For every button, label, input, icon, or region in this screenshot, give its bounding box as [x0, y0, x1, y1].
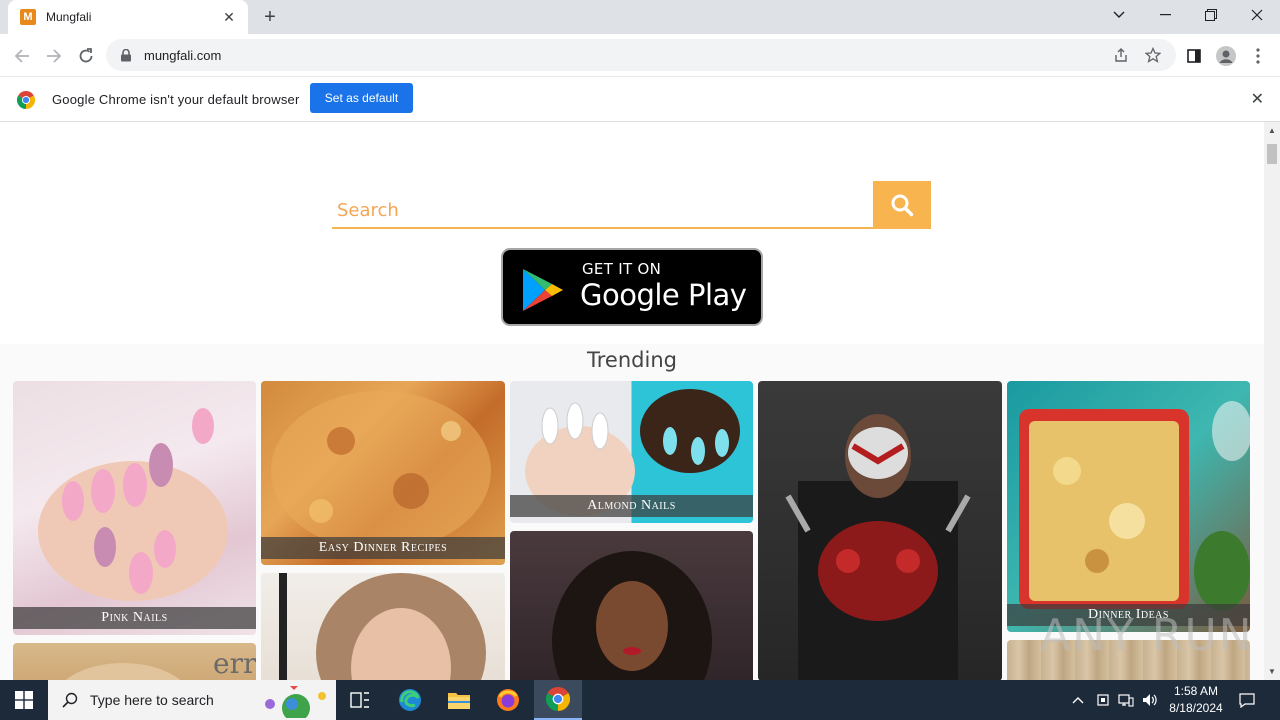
edge-icon: [399, 689, 421, 711]
trending-card-pink-nails[interactable]: Pink Nails: [13, 381, 256, 635]
card-label: Almond Nails: [510, 495, 753, 517]
trending-card-dinner-ideas[interactable]: Dinner Ideas: [1007, 381, 1250, 632]
search-icon: [62, 692, 78, 708]
back-button[interactable]: [8, 42, 36, 70]
task-view-icon: [350, 692, 369, 708]
close-window-button[interactable]: [1234, 0, 1280, 30]
card-image: erre: [65, 647, 256, 680]
taskbar-search-placeholder: Type here to search: [90, 692, 214, 708]
card-image: [38, 408, 228, 601]
search-input[interactable]: [332, 181, 873, 229]
lock-icon: [121, 48, 131, 61]
tab-title: Mungfali: [46, 10, 92, 24]
anyrun-watermark: ANY RUN: [1040, 610, 1254, 661]
clock-date: 8/18/2024: [1169, 701, 1223, 715]
infobar-message: Google Chrome isn't your default browser: [52, 92, 300, 107]
system-clock[interactable]: 1:58 AM 8/18/2024: [1164, 683, 1228, 717]
card-image: [1019, 401, 1250, 611]
site-favicon-icon: M: [20, 9, 36, 25]
show-hidden-icons-chevron-icon[interactable]: [1068, 690, 1088, 710]
trending-card[interactable]: [510, 531, 753, 680]
trending-card[interactable]: [261, 573, 505, 680]
browser-toolbar: mungfali.com: [0, 34, 1280, 77]
clock-time: 1:58 AM: [1173, 684, 1219, 698]
google-play-badge[interactable]: GET IT ON Google Play: [501, 248, 763, 326]
trending-title: Trending: [587, 348, 677, 372]
notifications-icon[interactable]: [1237, 690, 1257, 710]
tab-search-chevron-icon[interactable]: [1096, 0, 1142, 30]
trending-card[interactable]: erre: [13, 643, 256, 680]
tab-mungfali[interactable]: M Mungfali ✕: [8, 0, 248, 34]
search-highlight-illustration-icon: [265, 686, 326, 718]
close-tab-icon[interactable]: ✕: [220, 8, 238, 26]
firefox-taskbar-button[interactable]: [484, 680, 532, 720]
windows-logo-icon: [15, 691, 33, 709]
badge-small-text: GET IT ON: [582, 260, 662, 278]
chrome-icon: [546, 687, 570, 711]
bookmark-star-icon[interactable]: [1144, 46, 1162, 64]
restore-button[interactable]: [1188, 0, 1234, 30]
trending-card[interactable]: [758, 381, 1002, 680]
network-icon[interactable]: [1116, 690, 1136, 710]
task-view-button[interactable]: [336, 680, 384, 720]
search-icon: [891, 194, 914, 217]
side-panel-icon[interactable]: [1183, 45, 1205, 67]
scroll-up-arrow-icon[interactable]: ▲: [1268, 126, 1276, 135]
search-button[interactable]: [873, 181, 931, 229]
url-text: mungfali.com: [144, 47, 222, 63]
card-image: [785, 414, 971, 680]
card-image: [279, 573, 486, 680]
default-browser-infobar: Google Chrome isn't your default browser…: [0, 77, 1280, 122]
device-tray-icon[interactable]: [1093, 690, 1113, 710]
scroll-down-arrow-icon[interactable]: ▼: [1268, 667, 1276, 676]
file-explorer-taskbar-button[interactable]: [435, 680, 483, 720]
start-button[interactable]: [0, 680, 48, 720]
taskbar-search-box[interactable]: Type here to search: [48, 680, 336, 720]
page-content: GET IT ON Google Play Trending Pink Nail…: [0, 122, 1264, 680]
menu-kebab-icon[interactable]: [1247, 45, 1269, 67]
edge-taskbar-button[interactable]: [386, 680, 434, 720]
trending-card-easy-dinner-recipes[interactable]: Easy Dinner Recipes: [261, 381, 505, 565]
google-play-icon: [523, 269, 563, 311]
svg-text:erre: erre: [213, 647, 256, 680]
profile-avatar[interactable]: [1215, 45, 1237, 67]
trending-card-almond-nails[interactable]: Almond Nails: [510, 381, 753, 523]
infobar-close-icon[interactable]: ✕: [1251, 89, 1264, 109]
volume-icon[interactable]: [1140, 690, 1160, 710]
address-bar[interactable]: mungfali.com: [106, 39, 1176, 71]
search-form: [332, 181, 932, 229]
reload-button[interactable]: [72, 42, 100, 70]
page-scrollbar[interactable]: ▲ ▼: [1264, 122, 1280, 680]
windows-taskbar: Type here to search 1:58 AM 8/18/2024: [0, 680, 1280, 720]
set-as-default-button[interactable]: Set as default: [310, 83, 413, 113]
folder-icon: [448, 693, 470, 709]
chrome-logo-icon: [17, 91, 35, 109]
card-label: Pink Nails: [13, 607, 256, 629]
minimize-button[interactable]: [1142, 0, 1188, 30]
badge-big-text: Google Play: [580, 278, 747, 312]
firefox-icon: [497, 689, 519, 711]
new-tab-button[interactable]: +: [258, 5, 282, 29]
card-image: [552, 551, 712, 680]
tab-strip: M Mungfali ✕ +: [0, 0, 1280, 34]
card-label: Easy Dinner Recipes: [261, 537, 505, 559]
chrome-taskbar-button[interactable]: [534, 680, 582, 720]
forward-button[interactable]: [40, 42, 68, 70]
scroll-thumb[interactable]: [1267, 144, 1277, 164]
share-icon[interactable]: [1112, 46, 1130, 64]
